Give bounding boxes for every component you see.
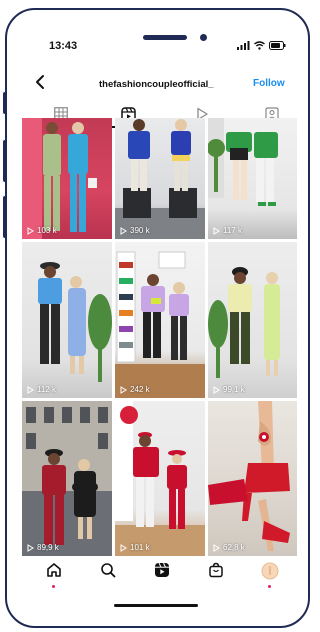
speaker-notch [143,35,187,40]
reel-image [22,118,97,239]
reel-image [115,251,205,398]
view-count-label: 242 k [130,385,150,394]
reel-thumbnail[interactable]: 99,1 k [208,242,297,398]
reel-image [115,401,205,556]
view-count-label: 117 k [223,226,242,235]
view-count: 103 k [27,226,57,235]
wifi-icon [254,41,265,50]
reels-icon [155,562,169,577]
view-count: 242 k [120,385,150,394]
view-count-label: 103 k [37,226,57,235]
status-time: 13:43 [49,40,78,52]
reel-image [38,262,112,382]
reel-thumbnail[interactable]: 89,9 k [22,401,112,556]
battery-icon [269,41,286,50]
search-icon [101,563,116,578]
play-count-icon [213,226,220,235]
reel-image [22,401,112,556]
home-icon [47,563,61,577]
reels-grid: 103 k 390 k 117 k 112 k 242 k 99,1 k 89,… [22,118,297,556]
view-count: 89,9 k [27,543,59,552]
view-count: 99,1 k [213,385,245,394]
view-count-label: 390 k [130,226,150,235]
view-count: 390 k [120,226,150,235]
nav-reels[interactable] [150,562,174,588]
reel-thumbnail[interactable]: 112 k [22,242,112,398]
home-indicator [114,604,198,607]
nav-shop[interactable] [204,562,228,588]
view-count-label: 112 k [37,385,56,394]
view-count-label: 89,9 k [37,543,59,552]
back-button[interactable] [33,72,49,92]
reel-thumbnail[interactable]: 242 k [115,242,205,398]
nav-search[interactable] [96,562,120,588]
chevron-left-icon [36,75,44,89]
view-count-label: 62,8 k [223,543,245,552]
view-count-label: 99,1 k [223,385,245,394]
play-count-icon [120,543,127,552]
reel-thumbnail[interactable]: 390 k [115,118,205,239]
status-bar: 13:43 [7,10,308,70]
bottom-navigation [0,556,320,596]
play-count-icon [120,226,127,235]
reel-thumbnail[interactable]: 62,8 k [208,401,297,556]
reel-image [208,118,278,206]
view-count: 62,8 k [213,543,245,552]
notification-dot [268,585,271,588]
shop-icon [209,562,223,578]
play-count-icon [213,543,220,552]
notification-dot [52,585,55,588]
view-count: 101 k [120,543,150,552]
play-count-icon [120,385,127,394]
reel-image [208,267,280,378]
view-count-label: 101 k [130,543,150,552]
follow-button[interactable]: Follow [253,78,285,89]
profile-username: thefashioncoupleofficial_ [99,79,214,90]
reel-thumbnail[interactable]: 101 k [115,401,205,556]
reel-image [115,119,205,239]
view-count: 117 k [213,226,242,235]
play-count-icon [213,385,220,394]
profile-header: thefashioncoupleofficial_ Follow [7,68,308,98]
reel-thumbnail[interactable]: 103 k [22,118,112,239]
play-count-icon [27,543,34,552]
signal-icon [237,41,250,50]
nav-home[interactable] [42,562,66,588]
camera-dot [200,34,207,41]
profile-avatar-icon [261,562,279,580]
play-count-icon [27,226,34,235]
status-icons [237,41,286,50]
nav-profile[interactable] [258,562,282,588]
play-count-icon [27,385,34,394]
reel-thumbnail[interactable]: 117 k [208,118,297,239]
reel-image [208,401,290,551]
view-count: 112 k [27,385,56,394]
